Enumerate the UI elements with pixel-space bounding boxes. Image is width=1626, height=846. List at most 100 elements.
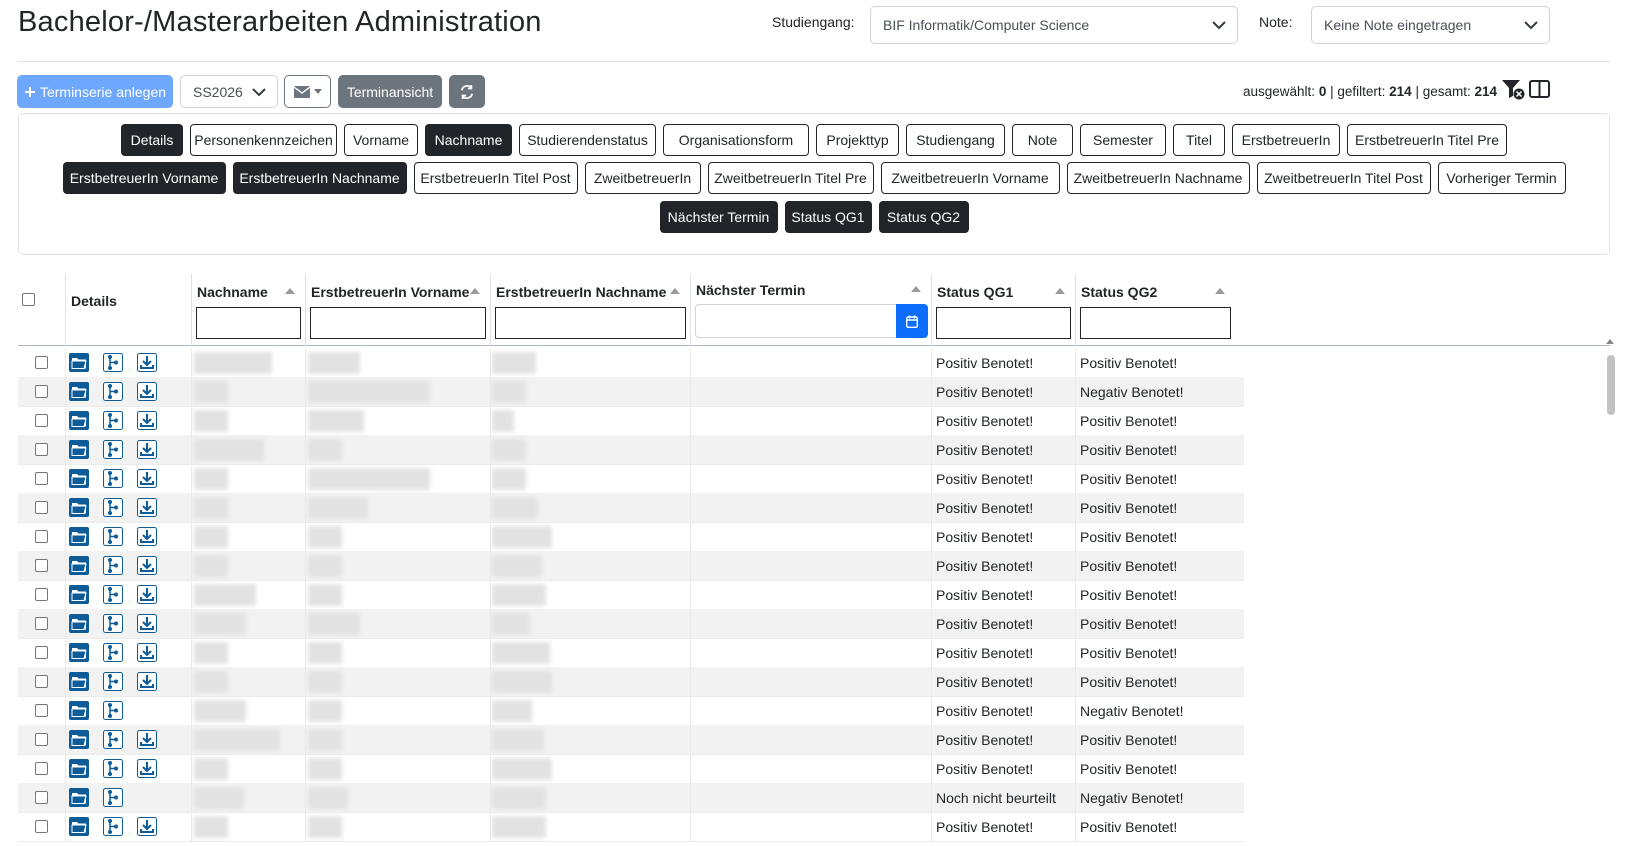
sort-arrow-icon[interactable] <box>285 288 295 294</box>
sitemap-icon[interactable] <box>103 759 123 778</box>
sitemap-icon[interactable] <box>103 788 123 807</box>
download-icon[interactable] <box>137 817 157 836</box>
download-icon[interactable] <box>137 527 157 546</box>
terminansicht-button[interactable]: Terminansicht <box>338 75 442 108</box>
folder-icon[interactable] <box>69 672 89 691</box>
folder-icon[interactable] <box>69 440 89 459</box>
folder-icon[interactable] <box>69 788 89 807</box>
sitemap-icon[interactable] <box>103 585 123 604</box>
folder-icon[interactable] <box>69 556 89 575</box>
date-picker-button[interactable] <box>896 304 928 338</box>
column-toggle-zweitbetreuerin-titel-pre[interactable]: ZweitbetreuerIn Titel Pre <box>707 162 874 194</box>
columns-icon[interactable] <box>1529 80 1550 98</box>
download-icon[interactable] <box>137 498 157 517</box>
sitemap-icon[interactable] <box>103 817 123 836</box>
column-toggle-personenkennzeichen[interactable]: Personenkennzeichen <box>190 124 337 156</box>
column-toggle-studierendenstatus[interactable]: Studierendenstatus <box>519 124 656 156</box>
refresh-button[interactable] <box>449 75 485 108</box>
row-checkbox[interactable] <box>35 762 48 775</box>
row-checkbox[interactable] <box>35 704 48 717</box>
row-checkbox[interactable] <box>35 501 48 514</box>
header-status-qg1[interactable]: Status QG1 <box>931 274 1075 346</box>
sitemap-icon[interactable] <box>103 498 123 517</box>
row-checkbox[interactable] <box>35 675 48 688</box>
folder-icon[interactable] <box>69 469 89 488</box>
sitemap-icon[interactable] <box>103 614 123 633</box>
download-icon[interactable] <box>137 643 157 662</box>
column-toggle-note[interactable]: Note <box>1012 124 1073 156</box>
select-all-checkbox[interactable] <box>22 293 35 306</box>
column-toggle-erstbetreuerin-nachname[interactable]: ErstbetreuerIn Nachname <box>232 162 407 194</box>
sort-arrow-icon[interactable] <box>470 288 480 294</box>
column-toggle-status-qg1[interactable]: Status QG1 <box>784 201 872 233</box>
folder-icon[interactable] <box>69 643 89 662</box>
download-icon[interactable] <box>137 469 157 488</box>
folder-icon[interactable] <box>69 817 89 836</box>
row-checkbox[interactable] <box>35 530 48 543</box>
folder-icon[interactable] <box>69 585 89 604</box>
filter-nachname-input[interactable] <box>196 307 301 339</box>
folder-icon[interactable] <box>69 411 89 430</box>
column-toggle-semester[interactable]: Semester <box>1080 124 1166 156</box>
row-checkbox[interactable] <box>35 588 48 601</box>
filter-erstbetreuer-vorname-input[interactable] <box>310 307 486 339</box>
download-icon[interactable] <box>137 353 157 372</box>
header-naechster-termin[interactable]: Nächster Termin <box>690 274 931 346</box>
add-terminserie-button[interactable]: Terminserie anlegen <box>17 75 173 108</box>
row-checkbox[interactable] <box>35 617 48 630</box>
folder-icon[interactable] <box>69 701 89 720</box>
column-toggle-erstbetreuerin-titel-post[interactable]: ErstbetreuerIn Titel Post <box>413 162 578 194</box>
column-toggle-zweitbetreuerin-vorname[interactable]: ZweitbetreuerIn Vorname <box>880 162 1060 194</box>
sitemap-icon[interactable] <box>103 440 123 459</box>
scroll-up-icon[interactable] <box>1606 339 1614 344</box>
row-checkbox[interactable] <box>35 733 48 746</box>
sitemap-icon[interactable] <box>103 411 123 430</box>
folder-icon[interactable] <box>69 382 89 401</box>
download-icon[interactable] <box>137 614 157 633</box>
column-toggle-erstbetreuerin-vorname[interactable]: ErstbetreuerIn Vorname <box>62 162 226 194</box>
header-erstbetreuer-nachname[interactable]: ErstbetreuerIn Nachname <box>490 274 690 346</box>
sitemap-icon[interactable] <box>103 672 123 691</box>
folder-icon[interactable] <box>69 498 89 517</box>
download-icon[interactable] <box>137 672 157 691</box>
row-checkbox[interactable] <box>35 646 48 659</box>
download-icon[interactable] <box>137 382 157 401</box>
column-toggle-studiengang[interactable]: Studiengang <box>906 124 1005 156</box>
row-checkbox[interactable] <box>35 820 48 833</box>
row-checkbox[interactable] <box>35 414 48 427</box>
column-toggle-titel[interactable]: Titel <box>1173 124 1225 156</box>
download-icon[interactable] <box>137 759 157 778</box>
filter-status-qg1-input[interactable] <box>936 307 1071 339</box>
column-toggle-erstbetreuerin[interactable]: ErstbetreuerIn <box>1232 124 1340 156</box>
download-icon[interactable] <box>137 730 157 749</box>
header-erstbetreuer-vorname[interactable]: ErstbetreuerIn Vorname <box>305 274 490 346</box>
sitemap-icon[interactable] <box>103 701 123 720</box>
semester-select[interactable]: SS2026 <box>180 75 278 108</box>
column-toggle-nachname[interactable]: Nachname <box>425 124 512 156</box>
sort-arrow-icon[interactable] <box>1055 288 1065 294</box>
download-icon[interactable] <box>137 556 157 575</box>
sitemap-icon[interactable] <box>103 382 123 401</box>
row-checkbox[interactable] <box>35 559 48 572</box>
column-toggle-zweitbetreuerin-titel-post[interactable]: ZweitbetreuerIn Titel Post <box>1256 162 1431 194</box>
row-checkbox[interactable] <box>35 472 48 485</box>
folder-icon[interactable] <box>69 759 89 778</box>
column-toggle-projekttyp[interactable]: Projekttyp <box>816 124 899 156</box>
sitemap-icon[interactable] <box>103 730 123 749</box>
folder-icon[interactable] <box>69 353 89 372</box>
folder-icon[interactable] <box>69 527 89 546</box>
column-toggle-organisationsform[interactable]: Organisationsform <box>663 124 809 156</box>
folder-icon[interactable] <box>69 730 89 749</box>
mail-dropdown-button[interactable] <box>284 75 331 108</box>
column-toggle-n-chster-termin[interactable]: Nächster Termin <box>659 201 778 233</box>
download-icon[interactable] <box>137 440 157 459</box>
sitemap-icon[interactable] <box>103 353 123 372</box>
column-toggle-erstbetreuerin-titel-pre[interactable]: ErstbetreuerIn Titel Pre <box>1347 124 1507 156</box>
column-toggle-zweitbetreuerin-nachname[interactable]: ZweitbetreuerIn Nachname <box>1066 162 1250 194</box>
column-toggle-vorheriger-termin[interactable]: Vorheriger Termin <box>1437 162 1566 194</box>
header-nachname[interactable]: Nachname <box>191 274 305 346</box>
download-icon[interactable] <box>137 585 157 604</box>
filter-status-qg2-input[interactable] <box>1080 307 1231 339</box>
sitemap-icon[interactable] <box>103 527 123 546</box>
sort-arrow-icon[interactable] <box>670 288 680 294</box>
